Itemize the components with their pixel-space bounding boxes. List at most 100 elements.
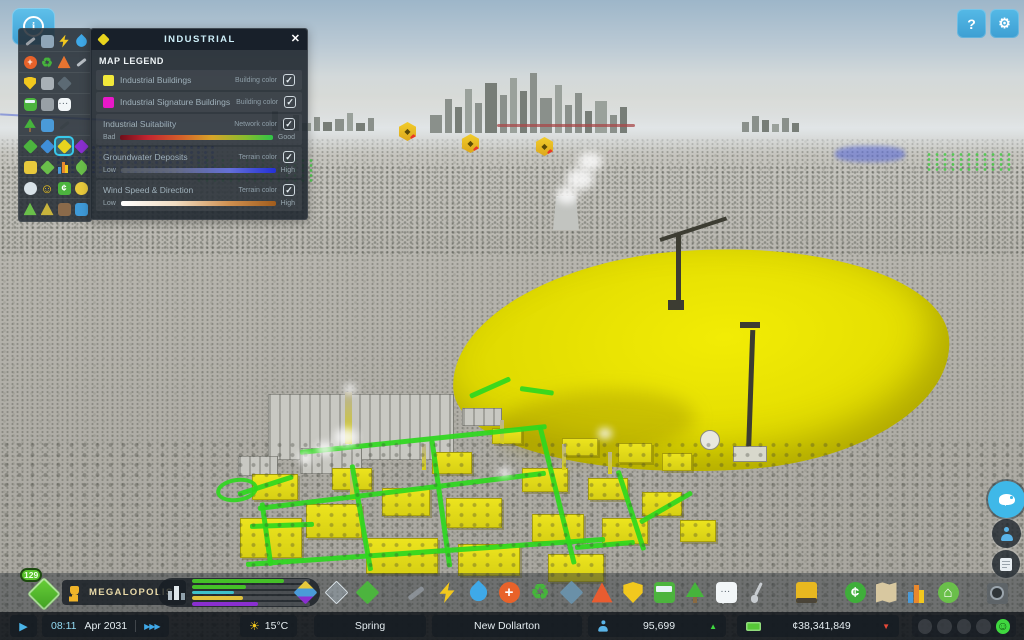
electricity-menu-button[interactable] [434,580,460,606]
play-pause-button[interactable]: ▶ [10,615,37,637]
happiness-infoview-button[interactable]: ☺ [39,180,55,196]
roads-infoview-button[interactable] [22,33,38,49]
post-infoview-button[interactable] [39,96,55,112]
water-sewage-menu-button[interactable] [465,580,491,606]
forestry-infoview-button[interactable] [39,201,55,217]
scene-industrial-building [532,514,584,542]
followed-citizens-button[interactable] [992,519,1021,548]
ore-infoview-icon [74,139,89,154]
weather-panel[interactable]: ☀ 15°C [240,615,297,637]
legend-checkbox[interactable]: ✓ [283,74,295,86]
photo-mode-button[interactable] [984,580,1010,606]
bulldozer-menu-button[interactable] [793,580,819,606]
happiness-panel[interactable]: ☺ [912,615,1016,637]
ore-infoview-button[interactable] [73,138,89,154]
population-infoview-button[interactable] [22,180,38,196]
simulation-speed-button[interactable]: ▶▶▶ [144,622,159,631]
chirper-button[interactable] [988,481,1024,518]
legend-panel-header[interactable]: INDUSTRIAL ✕ [91,29,307,50]
signature-infoview-button[interactable] [56,117,72,133]
fire-rescue-menu-button[interactable] [589,580,615,606]
chirper-bird-icon [999,494,1015,505]
progression-menu-button[interactable] [873,580,899,606]
settings-button[interactable]: ⚙ [990,9,1019,38]
landmarks-menu-button[interactable]: ⌂ [935,580,961,606]
scene-crane [668,300,684,310]
legend-checkbox[interactable]: ✓ [283,151,295,163]
levels-infoview-icon [58,161,71,174]
water-resources-infoview-button[interactable] [39,138,55,154]
police-infoview-button[interactable] [22,75,38,91]
legend-gradient-bar [121,168,276,173]
administration-infoview-button[interactable] [39,75,55,91]
population-panel[interactable]: 95,699 ▲ [588,615,726,637]
gradient-low-label: Low [103,200,116,207]
help-button[interactable]: ? [957,9,986,38]
healthcare-menu-button[interactable]: + [496,580,522,606]
money-panel[interactable]: ¢38,341,849 ▼ [737,615,899,637]
gradient-low-label: Bad [103,134,115,141]
legend-row: Wind Speed & DirectionTerrain color✓LowH… [96,180,302,211]
milestone-button[interactable]: 129 [26,576,60,610]
economy-menu-button[interactable]: ¢ [842,580,868,606]
education-menu-button[interactable] [558,580,584,606]
maintenance-infoview-button[interactable] [73,54,89,70]
gradient-high-label: Good [278,134,295,141]
infoview-row: +♻ [19,52,91,73]
zones-menu-button[interactable] [292,580,318,606]
time-panel[interactable]: 08:11 Apr 2031 ▶▶▶ [42,615,169,637]
statistics-menu-button[interactable] [904,580,930,606]
buildings-infoview-button[interactable] [39,33,55,49]
workplaces-infoview-button[interactable] [73,180,89,196]
levels-infoview-button[interactable] [56,159,72,175]
legend-row: Industrial BuildingsBuilding color✓ [96,70,302,90]
greenery-infoview-button[interactable] [73,159,89,175]
legend-checkbox[interactable]: ✓ [283,184,295,196]
infoview-row [19,157,91,178]
tourism-infoview-button[interactable] [39,117,55,133]
residential-infoview-button[interactable] [22,159,38,175]
fire-rescue-infoview-button[interactable] [56,54,72,70]
transportation-infoview-button[interactable] [22,96,38,112]
happiness-face[interactable] [957,619,971,634]
land-use-infoview-button[interactable] [22,138,38,154]
roads-infoview-icon [24,35,37,48]
electricity-infoview-button[interactable] [56,33,72,49]
healthcare-infoview-button[interactable]: + [22,54,38,70]
water-infoview-button[interactable] [73,33,89,49]
fertile-land-infoview-button[interactable] [73,201,89,217]
industrial-infoview-button[interactable] [56,138,72,154]
scene-factory-building [238,456,278,476]
happiness-active-face[interactable]: ☺ [996,619,1010,634]
industrial-area-marker[interactable]: ◆ [536,137,553,156]
terrain-infoview-button[interactable] [22,201,38,217]
marker-alert-dot [473,146,480,153]
garbage-infoview-button[interactable]: ♻ [39,54,55,70]
close-icon[interactable]: ✕ [291,34,300,45]
economy-infoview-button[interactable]: ¢ [56,180,72,196]
happiness-face[interactable] [976,619,990,634]
communications-infoview-button[interactable]: ··· [56,96,72,112]
legend-checkbox[interactable]: ✓ [283,118,295,130]
parks-recreation-menu-button[interactable] [682,580,708,606]
happiness-face[interactable] [937,619,951,634]
garbage-menu-button[interactable]: ♻ [527,580,553,606]
legend-checkbox[interactable]: ✓ [284,96,296,108]
industrial-area-marker[interactable]: ◆ [462,134,479,153]
industrial-area-marker[interactable]: ◆ [399,122,416,141]
parks-infoview-button[interactable] [22,117,38,133]
legend-row: Groundwater DepositsTerrain color✓LowHig… [96,147,302,178]
scene-derrick-base [733,446,767,462]
transportation-menu-button[interactable] [651,580,677,606]
scene-crane [740,322,760,328]
communications-menu-button[interactable]: ··· [713,580,739,606]
roads-menu-button[interactable] [403,580,429,606]
police-menu-button[interactable] [620,580,646,606]
landscaping-menu-button[interactable] [744,580,770,606]
land-value-infoview-button[interactable] [39,159,55,175]
education-infoview-button[interactable] [56,75,72,91]
happiness-face[interactable] [918,619,932,634]
areas-menu-button[interactable] [323,580,349,606]
oil-infoview-button[interactable] [56,201,72,217]
signature-buildings-menu-button[interactable] [354,580,380,606]
